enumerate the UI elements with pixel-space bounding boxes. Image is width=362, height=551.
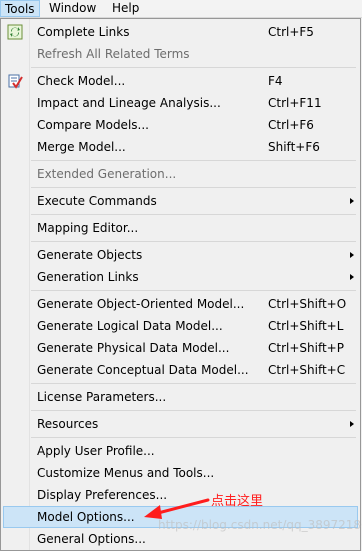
menu-item-shortcut: Ctrl+F6	[268, 118, 314, 132]
menu-separator	[31, 241, 356, 242]
menu-separator	[31, 67, 356, 68]
menu-item-shortcut: Ctrl+F5	[268, 25, 314, 39]
menu-item-label: Model Options...	[37, 510, 135, 524]
menu-item-generate-ldm[interactable]: Generate Logical Data Model... Ctrl+Shif…	[3, 315, 358, 337]
menu-item-label: Generate Objects	[37, 248, 143, 262]
menu-item-mapping-editor[interactable]: Mapping Editor...	[3, 217, 358, 239]
submenu-arrow-icon	[350, 198, 354, 204]
menu-separator	[31, 214, 356, 215]
submenu-arrow-icon	[350, 274, 354, 280]
menu-separator	[31, 187, 356, 188]
menu-item-complete-links[interactable]: Complete Links Ctrl+F5	[3, 21, 358, 43]
menu-item-label: General Options...	[37, 532, 146, 546]
menu-item-refresh-related-terms: Refresh All Related Terms	[3, 43, 358, 65]
menu-separator	[31, 383, 356, 384]
menu-item-label: Apply User Profile...	[37, 444, 155, 458]
check-model-icon	[7, 73, 23, 89]
menu-item-shortcut: Ctrl+Shift+C	[268, 363, 346, 377]
menu-item-label: Refresh All Related Terms	[37, 47, 190, 61]
menu-item-label: Check Model...	[37, 74, 126, 88]
menu-item-label: Generate Physical Data Model...	[37, 341, 230, 355]
menu-item-generate-pdm[interactable]: Generate Physical Data Model... Ctrl+Shi…	[3, 337, 358, 359]
menu-item-apply-user-profile[interactable]: Apply User Profile...	[3, 440, 358, 462]
menu-item-shortcut: Ctrl+Shift+O	[268, 297, 347, 311]
menu-item-generation-links[interactable]: Generation Links	[3, 266, 358, 288]
menu-item-label: Mapping Editor...	[37, 221, 139, 235]
menu-item-label: Resources	[37, 417, 99, 431]
menu-item-label: Compare Models...	[37, 118, 149, 132]
menu-item-label: Extended Generation...	[37, 167, 177, 181]
annotation-click-here: 点击这里	[211, 494, 264, 509]
menu-item-generate-cdm[interactable]: Generate Conceptual Data Model... Ctrl+S…	[3, 359, 358, 381]
menu-item-label: Merge Model...	[37, 140, 126, 154]
menu-item-compare-models[interactable]: Compare Models... Ctrl+F6	[3, 114, 358, 136]
complete-links-icon	[7, 24, 23, 40]
tools-dropdown-menu: Complete Links Ctrl+F5 Refresh All Relat…	[0, 18, 361, 551]
menu-item-shortcut: Shift+F6	[268, 140, 320, 154]
menu-bar: Tools Window Help	[0, 0, 362, 18]
menu-item-generate-objects[interactable]: Generate Objects	[3, 244, 358, 266]
menu-item-resources[interactable]: Resources	[3, 413, 358, 435]
menu-item-label: Complete Links	[37, 25, 130, 39]
menubar-tools[interactable]: Tools	[0, 0, 40, 17]
menu-item-shortcut: Ctrl+Shift+P	[268, 341, 344, 355]
menu-item-label: Generate Conceptual Data Model...	[37, 363, 249, 377]
menu-item-label: Impact and Lineage Analysis...	[37, 96, 221, 110]
menu-item-license-parameters[interactable]: License Parameters...	[3, 386, 358, 408]
menu-item-extended-generation: Extended Generation...	[3, 163, 358, 185]
menu-item-customize-menus[interactable]: Customize Menus and Tools...	[3, 462, 358, 484]
menu-separator	[31, 160, 356, 161]
menu-item-shortcut: F4	[268, 74, 283, 88]
menubar-window[interactable]: Window	[45, 0, 100, 17]
menu-item-label: Customize Menus and Tools...	[37, 466, 215, 480]
menubar-help[interactable]: Help	[108, 0, 143, 17]
menu-item-label: Generate Object-Oriented Model...	[37, 297, 245, 311]
menu-item-shortcut: Ctrl+F11	[268, 96, 322, 110]
menu-item-check-model[interactable]: Check Model... F4	[3, 70, 358, 92]
menu-separator	[31, 410, 356, 411]
submenu-arrow-icon	[350, 421, 354, 427]
menu-separator	[31, 290, 356, 291]
menu-item-label: Generate Logical Data Model...	[37, 319, 223, 333]
menu-item-label: Generation Links	[37, 270, 139, 284]
menu-separator	[31, 437, 356, 438]
menu-item-impact-lineage[interactable]: Impact and Lineage Analysis... Ctrl+F11	[3, 92, 358, 114]
menu-item-generate-oom[interactable]: Generate Object-Oriented Model... Ctrl+S…	[3, 293, 358, 315]
red-arrow-icon	[144, 498, 210, 519]
menu-item-label: License Parameters...	[37, 390, 167, 404]
menu-item-shortcut: Ctrl+Shift+L	[268, 319, 344, 333]
menu-item-merge-model[interactable]: Merge Model... Shift+F6	[3, 136, 358, 158]
submenu-arrow-icon	[350, 252, 354, 258]
menu-item-execute-commands[interactable]: Execute Commands	[3, 190, 358, 212]
menu-item-label: Execute Commands	[37, 194, 157, 208]
